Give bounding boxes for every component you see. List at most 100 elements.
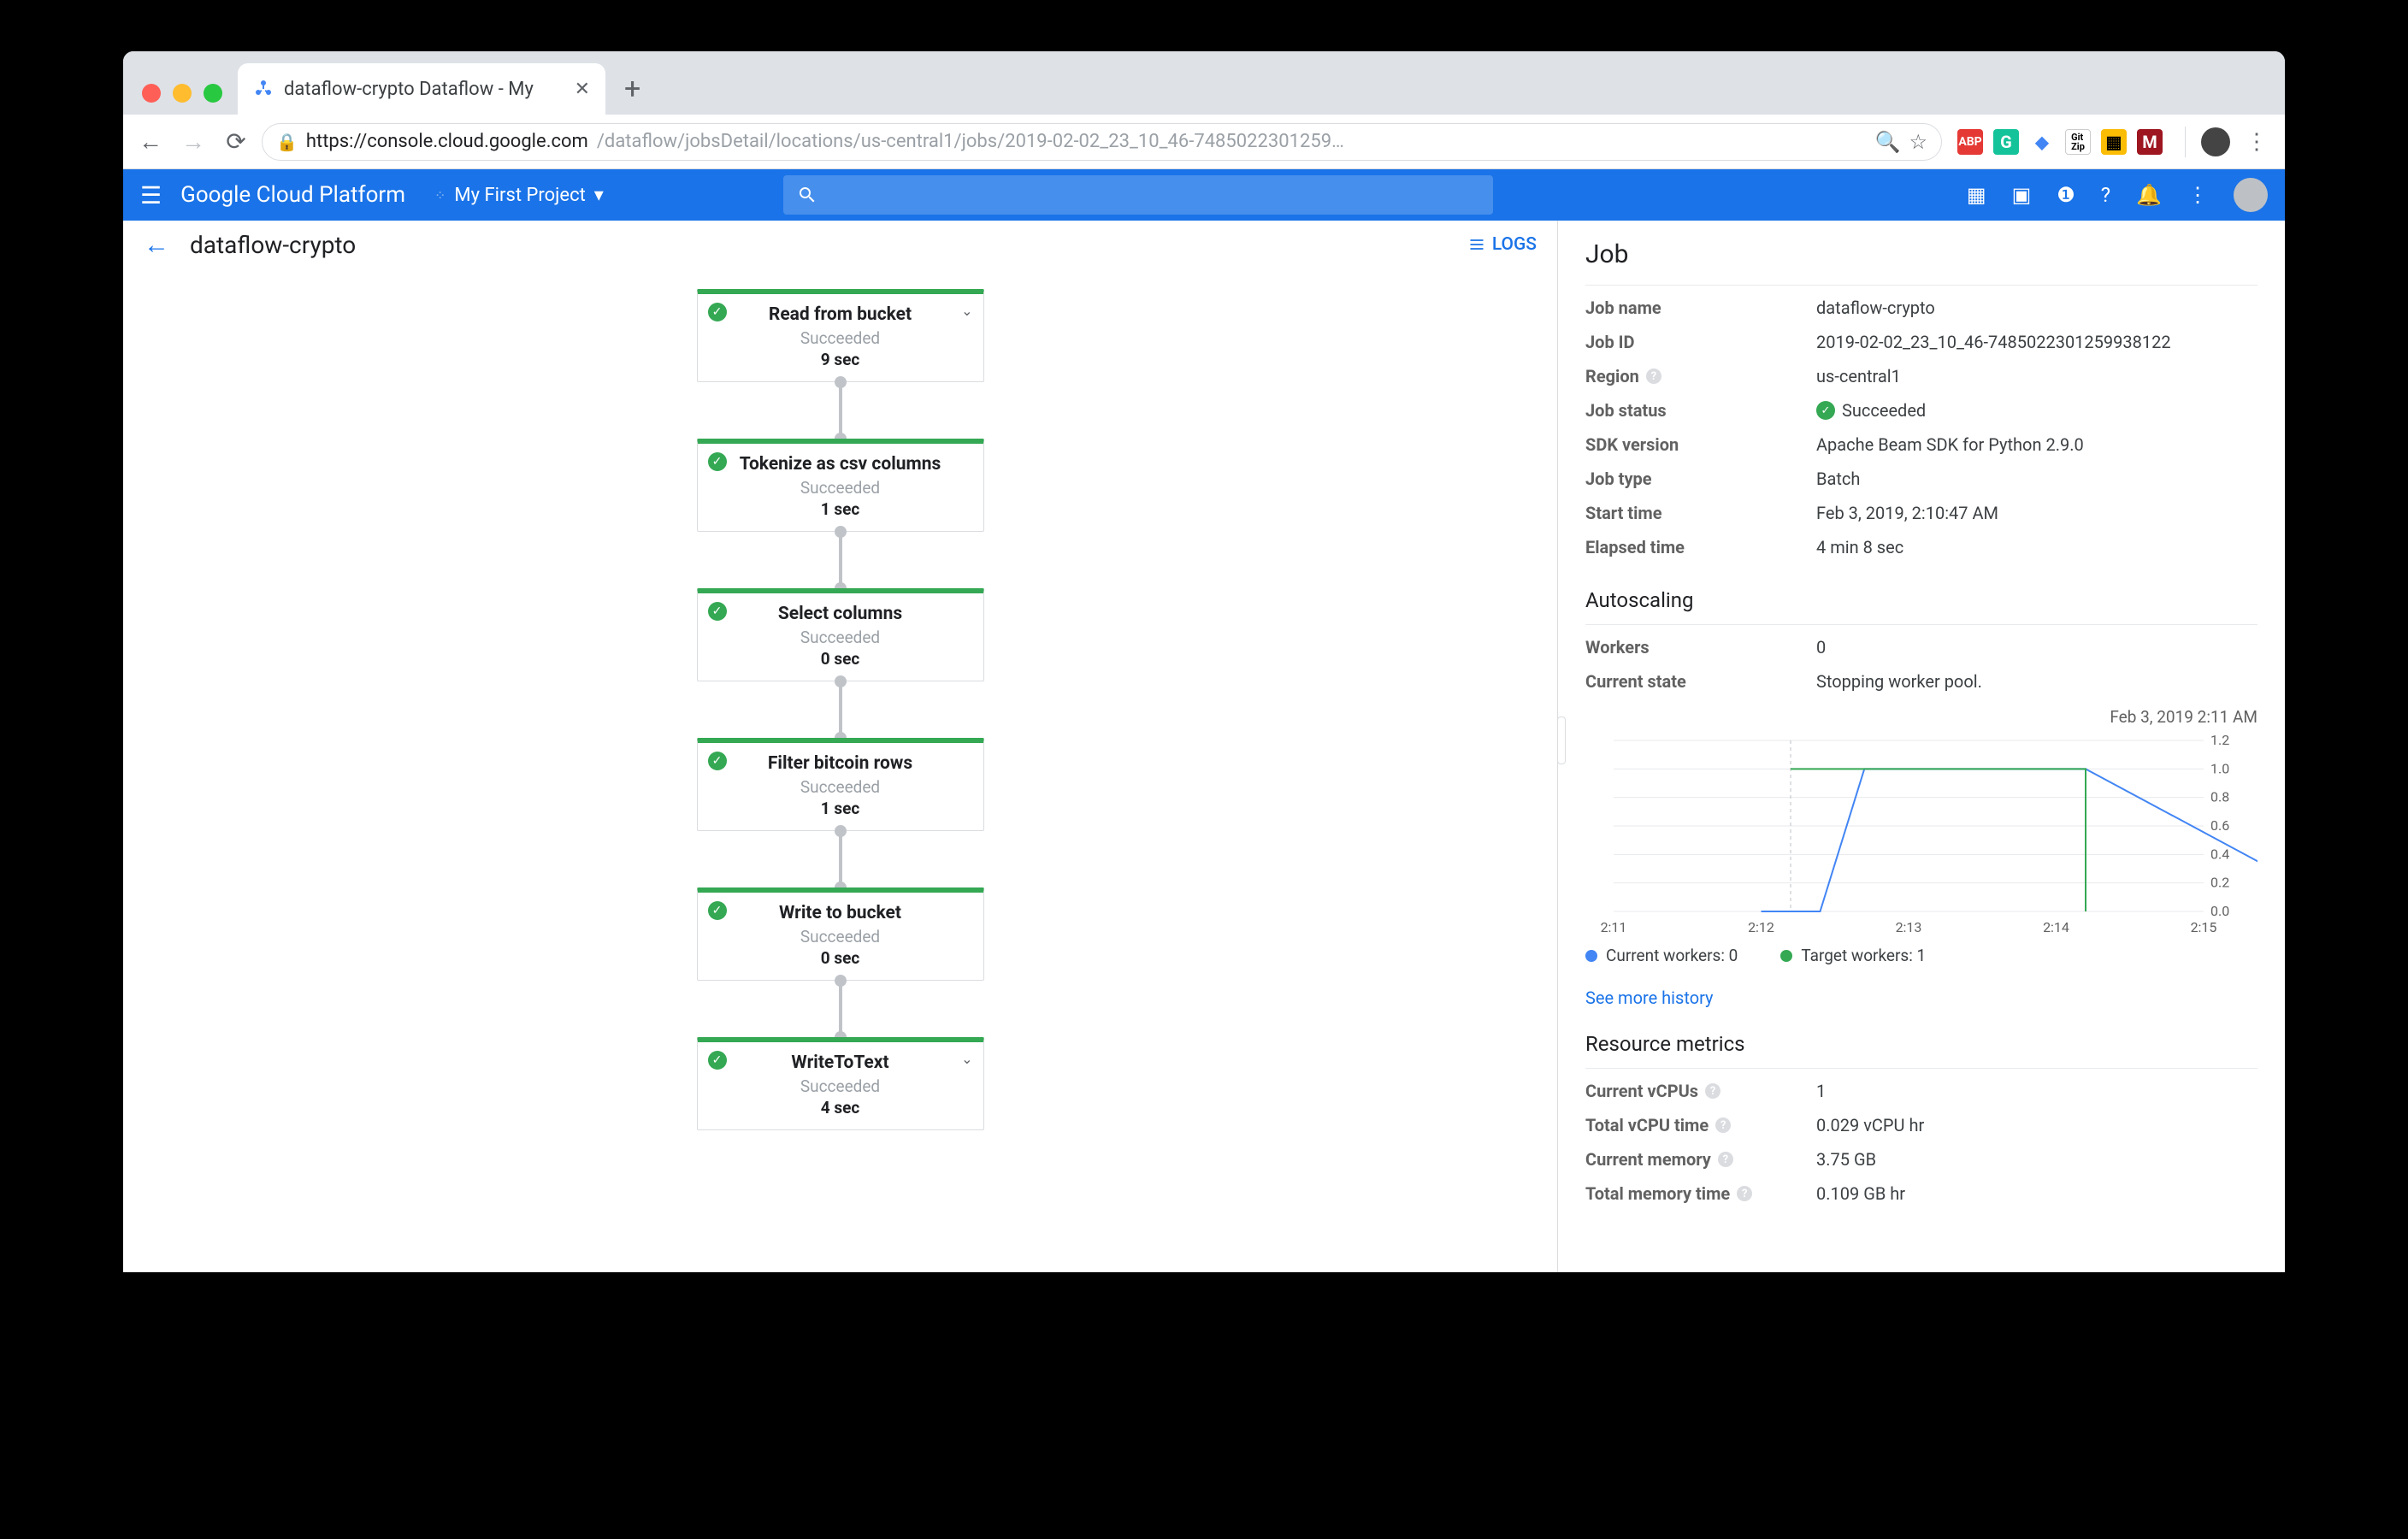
page-title: dataflow-crypto <box>190 231 356 259</box>
logs-button[interactable]: LOGS <box>1468 234 1537 255</box>
pipeline-node[interactable]: ✓ Write to bucket Succeeded 0 sec <box>697 887 984 981</box>
chevron-down-icon: ▾ <box>594 185 604 206</box>
svg-text:0.8: 0.8 <box>2210 789 2229 805</box>
grammarly-extension-icon[interactable]: G <box>1993 129 2019 155</box>
notifications-alert-icon[interactable]: ❶ <box>2057 183 2075 207</box>
help-icon[interactable]: ? <box>1715 1117 1731 1133</box>
search-input[interactable] <box>783 175 1493 215</box>
node-title: Read from bucket <box>710 304 971 325</box>
pipeline-node[interactable]: ✓ Select columns Succeeded 0 sec <box>697 588 984 681</box>
node-duration: 0 sec <box>710 649 971 669</box>
node-title: Write to bucket <box>710 903 971 923</box>
url-origin: https://console.cloud.google.com <box>306 131 588 152</box>
close-tab-icon[interactable]: ✕ <box>575 79 590 100</box>
more-icon[interactable]: ⋮ <box>2187 183 2208 207</box>
back-button[interactable]: ← <box>133 125 168 159</box>
mendeley-extension-icon[interactable]: M <box>2137 129 2163 155</box>
pipeline-canvas[interactable]: ✓ ⌄ Read from bucket Succeeded 9 sec ✓ To… <box>123 268 1557 1272</box>
legend-swatch-target <box>1780 950 1792 962</box>
forward-button[interactable]: → <box>176 125 210 159</box>
project-selector[interactable]: ⁘ My First Project ▾ <box>434 185 604 206</box>
pipeline-node[interactable]: ✓ ⌄ Read from bucket Succeeded 9 sec <box>697 289 984 382</box>
pipeline-node[interactable]: ✓ ⌄ WriteToText Succeeded 4 sec <box>697 1037 984 1130</box>
node-title: WriteToText <box>710 1053 971 1073</box>
chart-timestamp: Feb 3, 2019 2:11 AM <box>1585 707 2258 727</box>
dataflow-favicon <box>253 79 274 99</box>
chevron-down-icon[interactable]: ⌄ <box>961 303 972 319</box>
chevron-down-icon[interactable]: ⌄ <box>961 1051 972 1067</box>
extension-icons: ABP G ◆ GitZip ▦ M <box>1951 129 2169 155</box>
adblock-extension-icon[interactable]: ABP <box>1957 129 1983 155</box>
browser-tab[interactable]: dataflow-crypto Dataflow - My ✕ <box>238 63 605 115</box>
kv-key: Total vCPU time? <box>1585 1115 1816 1135</box>
help-icon[interactable]: ? <box>1646 369 1661 384</box>
pipeline-node[interactable]: ✓ Tokenize as csv columns Succeeded 1 se… <box>697 439 984 532</box>
help-icon[interactable]: ? <box>1737 1186 1752 1201</box>
kv-key: Job ID <box>1585 332 1816 352</box>
connector <box>839 981 842 1037</box>
svg-text:0.6: 0.6 <box>2210 817 2229 834</box>
node-status: Succeeded <box>710 478 971 498</box>
kv-value: Feb 3, 2019, 2:10:47 AM <box>1816 503 1998 523</box>
kv-key: SDK version <box>1585 434 1816 455</box>
new-tab-button[interactable]: + <box>605 72 659 115</box>
reload-button[interactable]: ⟳ <box>219 125 253 159</box>
user-avatar[interactable] <box>2234 178 2268 212</box>
job-side-panel: Job Job namedataflow-crypto Job ID2019-0… <box>1558 221 2285 1272</box>
extension-icon[interactable]: ▦ <box>2101 129 2127 155</box>
success-check-icon: ✓ <box>708 602 727 621</box>
success-check-icon: ✓ <box>1816 401 1835 420</box>
close-window-button[interactable] <box>142 84 161 103</box>
connector <box>839 831 842 887</box>
kv-value: Stopping worker pool. <box>1816 671 1982 692</box>
separator <box>2185 127 2186 157</box>
logs-label: LOGS <box>1492 234 1537 255</box>
kv-value: 2019-02-02_23_10_46-7485022301259938122 <box>1816 332 2171 352</box>
topbar-actions: ▦ ▣ ❶ ? 🔔 ⋮ <box>1967 178 2268 212</box>
pipeline-node[interactable]: ✓ Filter bitcoin rows Succeeded 1 sec <box>697 738 984 831</box>
star-icon[interactable]: ☆ <box>1909 130 1927 154</box>
legend-target: Target workers: 1 <box>1801 946 1926 965</box>
svg-text:0.2: 0.2 <box>2210 875 2229 891</box>
kv-value: ✓Succeeded <box>1816 400 1926 421</box>
hamburger-menu-icon[interactable]: ☰ <box>140 181 162 209</box>
back-arrow-icon[interactable]: ← <box>144 230 169 260</box>
cloudshell-icon[interactable]: ▣ <box>2012 183 2032 207</box>
svg-text:1.0: 1.0 <box>2210 760 2229 776</box>
kv-key: Start time <box>1585 503 1816 523</box>
see-more-history-link[interactable]: See more history <box>1585 988 2258 1008</box>
svg-text:0.4: 0.4 <box>2210 846 2229 862</box>
search-icon[interactable]: 🔍 <box>1875 130 1901 154</box>
tab-title: dataflow-crypto Dataflow - My <box>284 79 564 100</box>
kv-value: 3.75 GB <box>1816 1149 1876 1170</box>
kv-key: Job name <box>1585 298 1816 318</box>
node-status: Succeeded <box>710 927 971 946</box>
node-status: Succeeded <box>710 1076 971 1096</box>
notifications-icon[interactable]: 🔔 <box>2136 183 2162 207</box>
browser-menu-icon[interactable]: ⋮ <box>2239 129 2275 155</box>
legend-current: Current workers: 0 <box>1606 946 1738 965</box>
gcp-topbar: ☰ Google Cloud Platform ⁘ My First Proje… <box>123 169 2285 221</box>
main-pane: ← dataflow-crypto LOGS ✓ ⌄ Read from buc… <box>123 221 1558 1272</box>
minimize-window-button[interactable] <box>173 84 192 103</box>
line-chart[interactable]: 0.00.20.40.60.81.01.22:112:122:132:142:1… <box>1585 732 2258 937</box>
node-duration: 1 sec <box>710 499 971 519</box>
kv-key: Job status <box>1585 400 1816 421</box>
help-icon[interactable]: ? <box>1718 1152 1733 1167</box>
kv-value: 1 <box>1816 1081 1826 1101</box>
resize-handle[interactable] <box>1558 716 1566 764</box>
help-icon[interactable]: ? <box>2101 183 2110 207</box>
gitzip-extension-icon[interactable]: GitZip <box>2065 129 2091 155</box>
gift-icon[interactable]: ▦ <box>1967 183 1986 207</box>
extension-icon[interactable]: ◆ <box>2029 129 2055 155</box>
url-input[interactable]: 🔒 https://console.cloud.google.com/dataf… <box>262 123 1942 161</box>
maximize-window-button[interactable] <box>204 84 222 103</box>
help-icon[interactable]: ? <box>1705 1083 1720 1099</box>
node-status: Succeeded <box>710 628 971 647</box>
gcp-brand: Google Cloud Platform <box>180 182 405 208</box>
profile-avatar[interactable] <box>2201 127 2230 156</box>
autoscaling-chart: Feb 3, 2019 2:11 AM 0.00.20.40.60.81.01.… <box>1585 707 2258 1008</box>
kv-key: Total memory time? <box>1585 1183 1816 1204</box>
kv-key: Workers <box>1585 637 1816 657</box>
kv-value: dataflow-crypto <box>1816 298 1935 318</box>
